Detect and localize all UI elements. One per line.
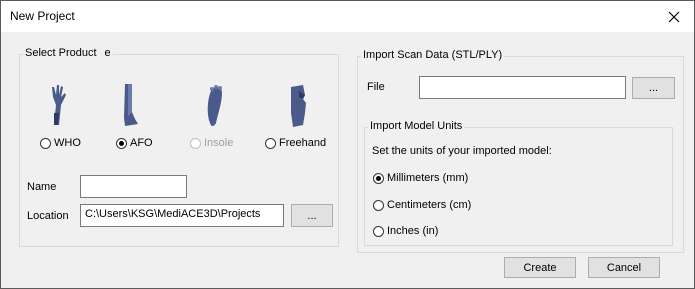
units-radio-cm[interactable]: Centimeters (cm) <box>373 199 471 211</box>
hand-orthosis-icon <box>52 85 66 125</box>
select-product-group: Select Product e WHO AFO Insole Freehand… <box>19 47 339 247</box>
radio-circle-selected <box>373 172 384 184</box>
name-input[interactable] <box>80 175 187 198</box>
import-scan-group: Import Scan Data (STL/PLY) File ... Impo… <box>357 49 684 253</box>
product-radio-insole: Insole <box>190 137 233 149</box>
radio-circle <box>373 199 384 211</box>
title-bar: New Project <box>1 1 694 32</box>
foot-insole-icon <box>207 85 222 126</box>
units-prompt: Set the units of your imported model: <box>372 145 552 157</box>
create-button[interactable]: Create <box>504 257 576 278</box>
product-label-insole: Insole <box>204 137 234 149</box>
close-button[interactable] <box>654 1 694 32</box>
radio-circle-disabled <box>190 137 201 149</box>
units-label-cm: Centimeters (cm) <box>387 199 472 211</box>
legend-artifact: e <box>104 47 111 59</box>
location-browse-button[interactable]: ... <box>291 204 333 227</box>
product-label-afo: AFO <box>130 137 153 149</box>
import-units-group: Import Model Units Set the units of your… <box>364 120 673 246</box>
product-radio-freehand[interactable]: Freehand <box>265 137 326 149</box>
freehand-shape-icon <box>291 85 306 127</box>
radio-circle <box>373 225 384 237</box>
close-icon <box>668 11 680 22</box>
import-units-legend: Import Model Units <box>368 120 465 132</box>
product-radio-afo[interactable]: AFO <box>116 137 153 149</box>
radio-circle <box>40 137 51 149</box>
product-radio-who[interactable]: WHO <box>40 137 81 149</box>
radio-circle-selected <box>116 137 127 149</box>
name-label: Name <box>27 181 57 193</box>
cancel-button[interactable]: Cancel <box>588 257 660 278</box>
units-radio-in[interactable]: Inches (in) <box>373 225 438 237</box>
new-project-dialog: New Project Select Product e WHO AFO Ins… <box>0 0 695 289</box>
leg-orthosis-icon <box>124 84 138 126</box>
units-radio-mm[interactable]: Millimeters (mm) <box>373 172 468 184</box>
window-title: New Project <box>10 9 75 23</box>
file-browse-button[interactable]: ... <box>632 77 675 99</box>
location-label: Location <box>27 210 69 222</box>
units-label-mm: Millimeters (mm) <box>387 172 469 184</box>
radio-circle <box>265 137 276 149</box>
select-product-legend: Select Product e <box>23 47 113 59</box>
units-label-in: Inches (in) <box>387 225 439 237</box>
file-input[interactable] <box>419 76 626 99</box>
product-label-who: WHO <box>54 137 81 149</box>
import-scan-legend: Import Scan Data (STL/PLY) <box>361 49 505 61</box>
location-input[interactable]: C:\Users\KSG\MediACE3D\Projects <box>80 204 284 227</box>
product-label-freehand: Freehand <box>279 137 327 149</box>
file-label: File <box>367 81 385 93</box>
